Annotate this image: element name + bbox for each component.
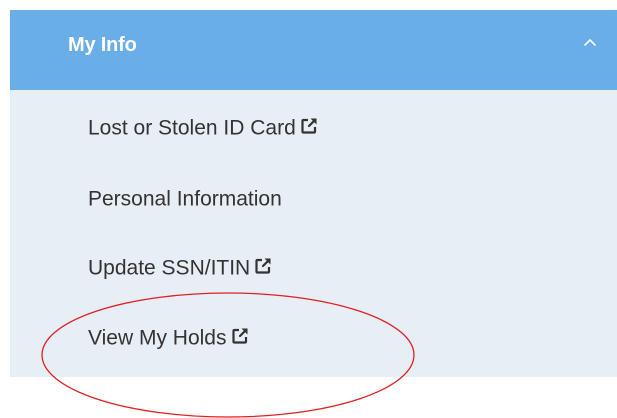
menu-item-view-my-holds[interactable]: View My Holds bbox=[88, 326, 249, 356]
panel-title: My Info bbox=[68, 34, 137, 56]
screenshot-stage: My Info Lost or Stolen ID Card Personal … bbox=[0, 0, 617, 418]
menu-item-label: Lost or Stolen ID Card bbox=[88, 116, 296, 140]
menu-item-label: Personal Information bbox=[88, 187, 282, 211]
external-link-icon bbox=[231, 328, 248, 345]
my-info-panel-header[interactable]: My Info bbox=[10, 10, 617, 90]
my-info-panel: My Info Lost or Stolen ID Card Personal … bbox=[10, 10, 617, 377]
menu-item-label: View My Holds bbox=[88, 326, 227, 350]
menu-item-update-ssn-itin[interactable]: Update SSN/ITIN bbox=[88, 256, 272, 286]
chevron-up-icon[interactable] bbox=[580, 32, 600, 52]
menu-item-personal-information[interactable]: Personal Information bbox=[88, 187, 282, 217]
external-link-icon bbox=[255, 258, 271, 275]
menu-item-label: Update SSN/ITIN bbox=[88, 256, 251, 280]
external-link-icon bbox=[301, 118, 317, 135]
my-info-menu: Lost or Stolen ID Card Personal Informat… bbox=[10, 90, 617, 377]
menu-item-lost-or-stolen-id-card[interactable]: Lost or Stolen ID Card bbox=[88, 116, 318, 146]
